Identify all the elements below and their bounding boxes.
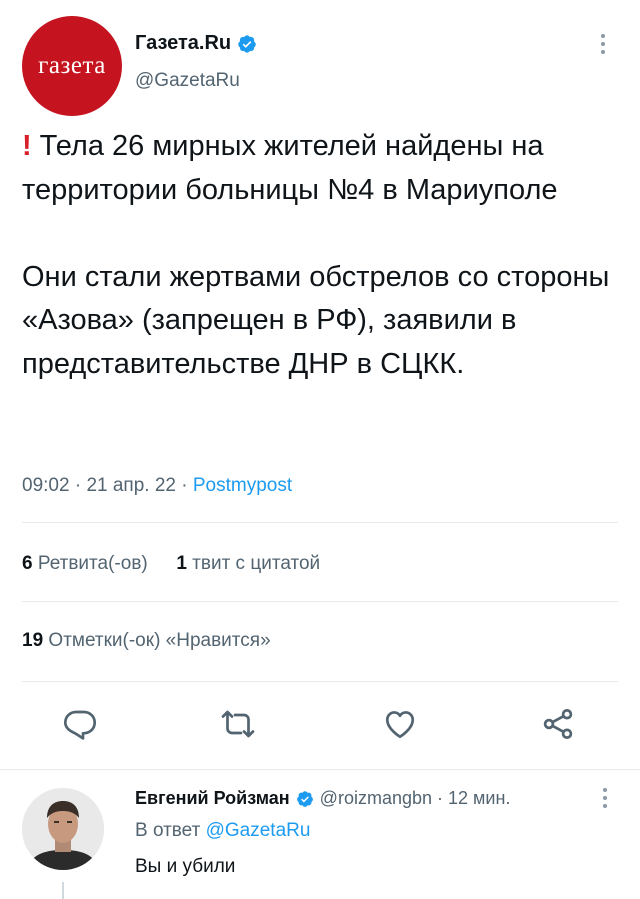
retweet-stats-row: 6 Ретвита(-ов) 1 твит с цитатой [22, 553, 320, 575]
reply-to-mention[interactable]: @GazetaRu [206, 820, 311, 841]
reply-author-handle[interactable]: @roizmangbn [320, 788, 432, 809]
author-name-row[interactable]: Газета.Ru [135, 32, 257, 55]
likes-count: 19 [22, 630, 44, 651]
share-icon[interactable] [540, 706, 576, 742]
retweets-label: Ретвита(-ов) [37, 553, 148, 574]
quotes-label: твит с цитатой [192, 553, 321, 574]
tweet-text-para2: Они стали жертвами обстрелов со стороны … [22, 260, 610, 380]
likes-stats-row[interactable]: 19 Отметки(-ок) «Нравится» [22, 630, 271, 652]
reply-to-line: В ответ @GazetaRu [135, 820, 310, 842]
reply-tweet[interactable]: Евгений Ройзман @roizmangbn · 12 мин. В … [0, 770, 640, 899]
tweet-text-para1: Тела 26 мирных жителей найдены на террит… [22, 130, 558, 206]
reply-header: Евгений Ройзман @roizmangbn · 12 мин. [135, 788, 510, 809]
more-options-icon[interactable] [598, 34, 608, 58]
reply-more-options-icon[interactable] [600, 788, 610, 810]
reply-text: Вы и убили [135, 856, 236, 877]
tweet-meta: 09:02 · 21 апр. 22 · Postmypost [22, 475, 292, 497]
verified-badge-icon [238, 34, 256, 53]
retweets-stat[interactable]: 6 Ретвита(-ов) [22, 553, 148, 574]
tweet-time[interactable]: 09:02 [22, 475, 70, 496]
thread-line [62, 882, 64, 899]
tweet-date[interactable]: 21 апр. 22 [86, 475, 176, 496]
divider [22, 522, 618, 523]
reply-avatar[interactable] [22, 788, 104, 870]
tweet-text: ! Тела 26 мирных жителей найдены на терри… [22, 125, 622, 386]
meta-separator: · [74, 475, 87, 496]
like-icon[interactable] [382, 706, 418, 742]
divider [22, 681, 618, 682]
divider [22, 601, 618, 602]
quotes-count: 1 [176, 553, 187, 574]
author-name[interactable]: Газета.Ru [135, 32, 231, 55]
author-avatar[interactable]: газета [22, 16, 122, 116]
quotes-stat[interactable]: 1 твит с цитатой [176, 553, 320, 574]
tweet-source-link[interactable]: Postmypost [193, 475, 292, 496]
reply-icon[interactable] [62, 706, 98, 742]
reply-to-prefix: В ответ [135, 820, 201, 841]
retweet-icon[interactable] [220, 706, 256, 742]
verified-badge-icon [296, 790, 313, 807]
retweets-count: 6 [22, 553, 33, 574]
likes-label: Отметки(-ок) «Нравится» [48, 630, 271, 651]
reply-time[interactable]: 12 мин. [448, 788, 510, 809]
author-handle[interactable]: @GazetaRu [135, 70, 240, 92]
exclamation-icon: ! [22, 130, 32, 162]
reply-author-name[interactable]: Евгений Ройзман [135, 788, 290, 809]
meta-separator: · [432, 788, 448, 808]
avatar-logo-text: газета [38, 52, 106, 79]
tweet-actions [0, 700, 640, 750]
meta-separator: · [181, 475, 193, 496]
